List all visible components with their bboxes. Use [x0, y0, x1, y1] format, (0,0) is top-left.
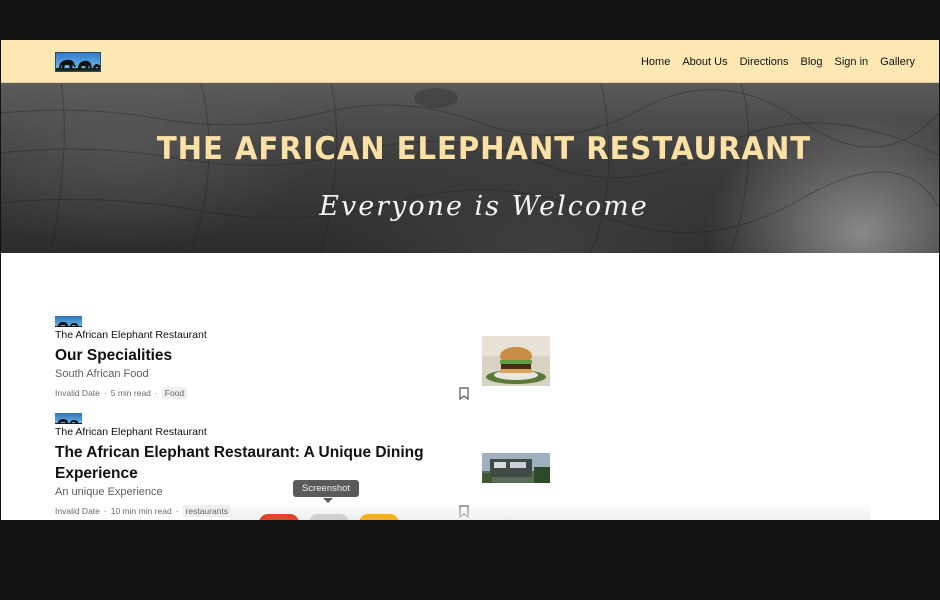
- bottom-frame-bar: [0, 520, 940, 600]
- nav-directions-link[interactable]: Directions: [740, 56, 789, 68]
- hero-title: THE AFRICAN ELEPHANT RESTAURANT: [156, 131, 812, 167]
- article-tag[interactable]: restaurants: [182, 505, 232, 517]
- article-title[interactable]: The African Elephant Restaurant: A Uniqu…: [55, 442, 445, 484]
- meta-separator: ·: [103, 506, 107, 516]
- meta-separator: ·: [175, 506, 179, 516]
- elephant-logo-icon: [55, 413, 82, 424]
- restaurant-exterior-image[interactable]: [482, 453, 550, 483]
- article-read-time: 5 min read: [110, 388, 151, 398]
- hero-banner: THE AFRICAN ELEPHANT RESTAURANT Everyone…: [1, 83, 939, 253]
- article-card[interactable]: The African Elephant Restaurant Our Spec…: [55, 316, 555, 406]
- screenshot-tooltip: Screenshot: [293, 480, 360, 497]
- meta-separator: ·: [154, 388, 158, 398]
- article-read-time: 10 min min read: [110, 506, 172, 516]
- nav-about-us-link[interactable]: About Us: [682, 56, 727, 68]
- article-subtitle: South African Food: [55, 368, 149, 380]
- tooltip-arrow: [323, 498, 333, 503]
- nav-gallery-link[interactable]: Gallery: [880, 56, 915, 68]
- nav-blog-link[interactable]: Blog: [800, 56, 822, 68]
- article-title[interactable]: Our Specialities: [55, 345, 445, 366]
- top-frame-bar: [0, 0, 940, 40]
- article-date: Invalid Date: [55, 388, 100, 398]
- article-meta: Invalid Date · 10 min min read · restaur…: [55, 505, 232, 517]
- elephant-logo-icon[interactable]: [55, 52, 101, 72]
- publication-name[interactable]: The African Elephant Restaurant: [55, 426, 207, 438]
- article-subtitle: An unique Experience: [55, 486, 163, 498]
- burger-image[interactable]: [482, 336, 550, 386]
- article-tag[interactable]: Food: [161, 387, 188, 399]
- browser-content: Home About Us Directions Blog Sign in Ga…: [1, 40, 939, 520]
- elephant-skin-texture: [1, 83, 939, 253]
- meta-separator: ·: [103, 388, 107, 398]
- article-date: Invalid Date: [55, 506, 100, 516]
- publication-name[interactable]: The African Elephant Restaurant: [55, 329, 207, 341]
- hero-subtitle: Everyone is Welcome: [319, 191, 649, 222]
- site-header: Home About Us Directions Blog Sign in Ga…: [1, 40, 939, 83]
- nav-sign-in-link[interactable]: Sign in: [835, 56, 869, 68]
- elephant-logo-icon: [55, 316, 82, 327]
- nav-home-link[interactable]: Home: [641, 56, 670, 68]
- bookmark-icon[interactable]: [458, 387, 470, 400]
- article-meta: Invalid Date · 5 min read · Food: [55, 387, 188, 399]
- main-nav: Home About Us Directions Blog Sign in Ga…: [641, 40, 915, 83]
